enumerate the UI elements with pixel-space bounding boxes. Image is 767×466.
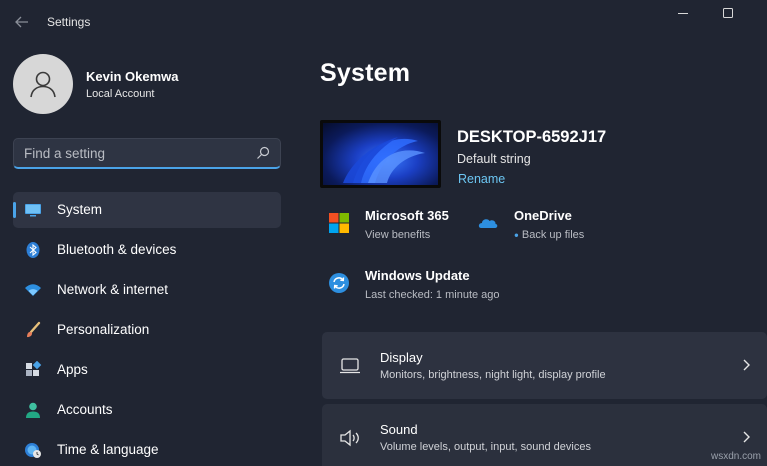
back-button[interactable] xyxy=(12,12,32,32)
apps-grid-icon xyxy=(26,361,42,376)
back-arrow-icon xyxy=(15,16,28,28)
globe-clock-icon xyxy=(25,443,41,458)
watermark: wsxdn.com xyxy=(710,451,761,462)
chevron-right-icon xyxy=(743,359,750,371)
tile-title: Microsoft 365 xyxy=(365,208,449,223)
onedrive-tile[interactable]: OneDrive ● Back up files xyxy=(477,208,617,244)
status-dot-icon: ● xyxy=(514,230,519,240)
sidebar-item-label: Accounts xyxy=(57,402,113,417)
chevron-right-icon xyxy=(743,431,750,443)
person-icon xyxy=(26,402,40,418)
device-name: DESKTOP-6592J17 xyxy=(457,128,607,146)
app-title: Settings xyxy=(47,15,91,29)
sidebar-item-label: Personalization xyxy=(57,322,150,337)
sidebar-item-label: System xyxy=(57,202,103,217)
device-model: Default string xyxy=(457,152,531,166)
device-wallpaper-thumbnail xyxy=(320,120,441,188)
maximize-icon xyxy=(723,8,733,18)
tile-subtitle: Last checked: 1 minute ago xyxy=(365,289,500,301)
title-bar: Settings xyxy=(0,0,767,44)
search-box[interactable]: Find a setting xyxy=(13,138,281,169)
card-subtitle: Volume levels, output, input, sound devi… xyxy=(380,441,591,453)
person-avatar-icon xyxy=(30,71,56,98)
sidebar-item-bluetooth[interactable]: Bluetooth & devices xyxy=(13,232,281,268)
windows-bloom-image xyxy=(343,137,425,183)
tile-title: Windows Update xyxy=(365,268,470,283)
wifi-icon xyxy=(25,284,41,296)
page-title: System xyxy=(320,59,411,87)
card-title: Display xyxy=(380,350,423,365)
tile-subtitle: ● Back up files xyxy=(514,229,584,241)
card-title: Sound xyxy=(380,422,418,437)
sidebar: Kevin Okemwa Local Account Find a settin… xyxy=(0,44,295,466)
display-settings-card[interactable]: Display Monitors, brightness, night ligh… xyxy=(322,332,767,399)
main-content: System DESKTOP-6592J17 Default string Re… xyxy=(295,44,767,466)
sidebar-item-personalization[interactable]: Personalization xyxy=(13,312,281,348)
speaker-icon xyxy=(340,429,359,447)
search-input[interactable]: Find a setting xyxy=(24,146,105,161)
laptop-icon xyxy=(340,358,360,374)
sound-settings-card[interactable]: Sound Volume levels, output, input, soun… xyxy=(322,404,767,466)
sidebar-item-label: Time & language xyxy=(57,442,159,457)
bluetooth-icon xyxy=(26,242,40,258)
sidebar-item-label: Bluetooth & devices xyxy=(57,242,177,257)
maximize-button[interactable] xyxy=(716,4,740,24)
monitor-icon xyxy=(25,204,41,217)
sidebar-item-time-language[interactable]: Time & language xyxy=(13,432,281,466)
update-icon xyxy=(329,273,349,293)
user-name: Kevin Okemwa xyxy=(86,69,179,84)
card-subtitle: Monitors, brightness, night light, displ… xyxy=(380,369,606,381)
minimize-icon xyxy=(678,13,688,14)
microsoft-logo-icon xyxy=(329,213,349,233)
sidebar-item-label: Network & internet xyxy=(57,282,169,297)
tile-subtitle: View benefits xyxy=(365,229,431,241)
tile-title: OneDrive xyxy=(514,208,572,223)
search-icon xyxy=(257,146,270,159)
tile-subtitle-text: Back up files xyxy=(521,229,585,241)
cloud-icon xyxy=(478,219,498,228)
brush-icon xyxy=(27,321,41,338)
sidebar-item-label: Apps xyxy=(57,362,88,377)
active-indicator xyxy=(13,202,16,218)
account-type: Local Account xyxy=(86,88,155,100)
sidebar-item-system[interactable]: System xyxy=(13,192,281,228)
sidebar-item-network[interactable]: Network & internet xyxy=(13,272,281,308)
avatar[interactable] xyxy=(13,54,73,114)
microsoft-365-tile[interactable]: Microsoft 365 View benefits xyxy=(328,208,478,244)
sidebar-item-accounts[interactable]: Accounts xyxy=(13,392,281,428)
sidebar-item-apps[interactable]: Apps xyxy=(13,352,281,388)
windows-update-tile[interactable]: Windows Update Last checked: 1 minute ag… xyxy=(328,268,568,304)
rename-link[interactable]: Rename xyxy=(458,172,505,186)
minimize-button[interactable] xyxy=(672,4,696,24)
